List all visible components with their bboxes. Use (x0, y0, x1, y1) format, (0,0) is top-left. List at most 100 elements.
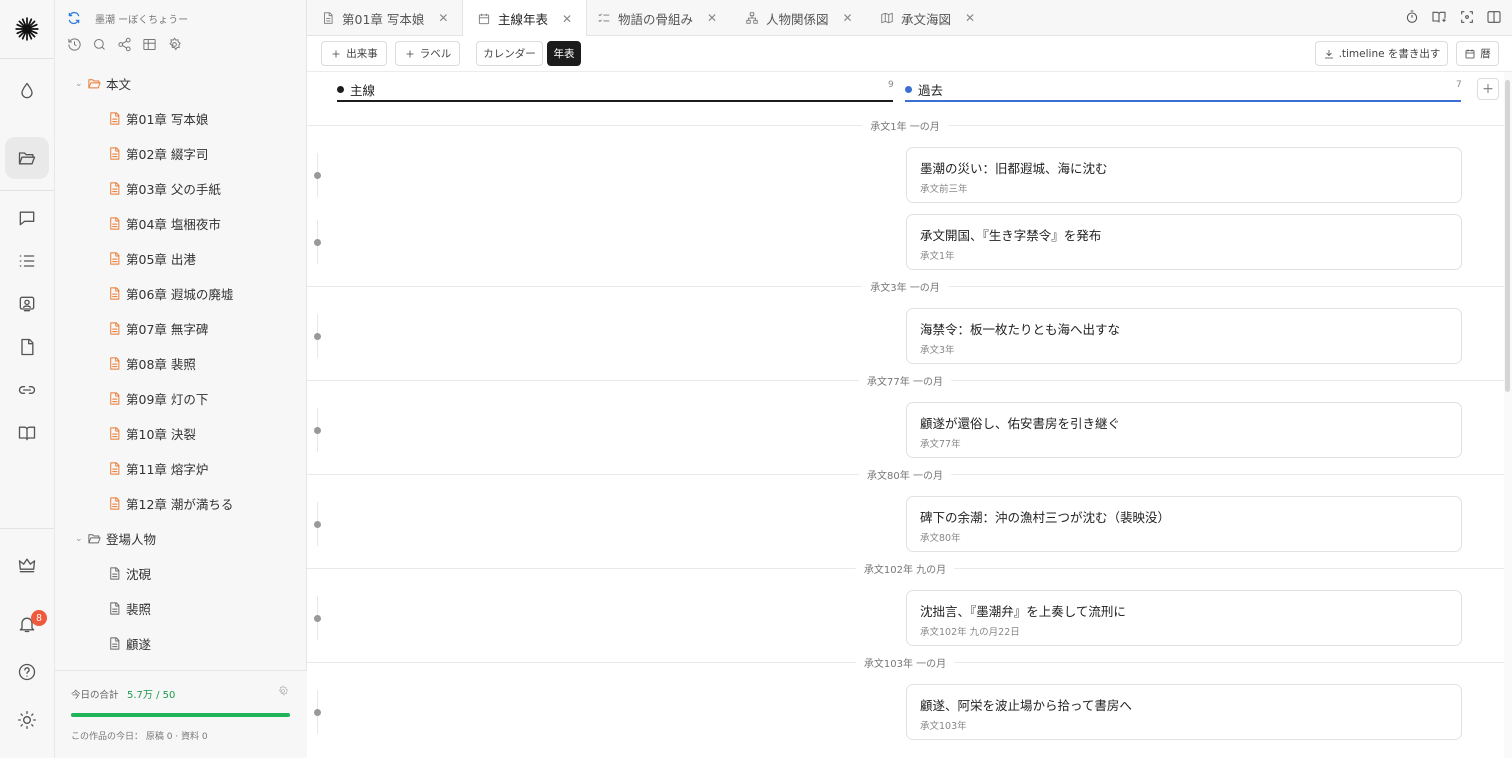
book-icon[interactable] (5, 412, 49, 454)
event-card[interactable]: 承文開国、『生き字禁令』を発布 承文1年 (906, 214, 1462, 270)
close-icon[interactable]: ✕ (562, 12, 572, 26)
event-card[interactable]: 墨潮の災い：旧都遐城、海に沈む 承文前三年 (906, 147, 1462, 203)
tree-folder[interactable]: ⌄ 本文 (75, 66, 131, 101)
tree-file[interactable]: 第07章 無字碑 (107, 311, 208, 346)
document-icon[interactable] (5, 326, 49, 368)
tree-file[interactable]: 顧遂 (107, 626, 151, 661)
calendar-view-button[interactable]: カレンダー (476, 41, 543, 66)
file-tree: ⌄ 本文 第01章 写本娘第02章 綴字司 第03章 父の手紙第04章 塩梱夜市 第05… (55, 66, 307, 668)
tree-item-label: 裴照 (126, 602, 152, 617)
tree-file[interactable]: 第03章 父の手紙 (107, 171, 221, 206)
tab-label: 第01章 写本娘 (342, 11, 425, 27)
lane-header-main[interactable]: 主線 (337, 76, 375, 102)
file-icon (110, 322, 120, 335)
add-lane-button[interactable]: + (1477, 78, 1499, 100)
tab-sea-chart[interactable]: 承文海図 ✕ (880, 0, 975, 36)
tree-file[interactable]: 沈硯 (107, 556, 151, 591)
focus-icon[interactable] (1459, 9, 1475, 25)
tree-item-label: 第11章 熔字炉 (126, 462, 209, 477)
map-icon (881, 12, 893, 24)
file-icon (110, 252, 120, 265)
date-divider: 承文80年 一の月 (307, 467, 1504, 482)
list-icon[interactable] (5, 240, 49, 282)
tree-file[interactable]: 第01章 写本娘 (107, 101, 208, 136)
share-icon[interactable] (117, 37, 132, 56)
sidebar-tools (67, 37, 182, 56)
crown-icon[interactable] (5, 544, 49, 586)
gear-icon[interactable] (167, 37, 182, 56)
axis-dot[interactable] (314, 615, 321, 622)
search-icon[interactable] (92, 37, 107, 56)
tree-file[interactable]: 第04章 塩梱夜市 (107, 206, 221, 241)
tree-file[interactable]: 第02章 綴字司 (107, 136, 208, 171)
tree-file[interactable]: 第10章 決裂 (107, 416, 196, 451)
tree-file[interactable]: 第08章 裴照 (107, 346, 196, 381)
tree-file[interactable]: 第05章 出港 (107, 241, 196, 276)
scrollbar-thumb[interactable] (1505, 80, 1510, 392)
file-icon (110, 357, 120, 370)
axis-dot[interactable] (314, 172, 321, 179)
tree-item-label: 第02章 綴字司 (126, 147, 209, 162)
axis-dot[interactable] (314, 239, 321, 246)
tree-file[interactable]: 第09章 灯の下 (107, 381, 208, 416)
drop-icon[interactable] (5, 70, 49, 112)
tab-character-relations[interactable]: 人物関係図 ✕ (745, 0, 853, 36)
tree-file[interactable]: 第12章 潮が満ちる (107, 486, 233, 521)
calendar-settings-button[interactable]: 暦 (1456, 41, 1499, 66)
tree-file[interactable]: 第06章 遐城の廃墟 (107, 276, 233, 311)
split-view-icon[interactable] (1486, 9, 1502, 25)
axis-dot[interactable] (314, 709, 321, 716)
tab-chapter-01[interactable]: 第01章 写本娘 ✕ (321, 0, 448, 36)
event-card[interactable]: 海禁令：板一枚たりとも海へ出すな 承文3年 (906, 308, 1462, 364)
chronology-view-button[interactable]: 年表 (547, 41, 581, 66)
add-label-button[interactable]: ラベル (395, 41, 460, 66)
export-timeline-button[interactable]: .timeline を書き出す (1315, 41, 1448, 66)
add-label-label: ラベル (419, 48, 452, 60)
export-label: .timeline を書き出す (1338, 48, 1441, 60)
tree-item-label: 第03章 父の手紙 (126, 182, 221, 197)
add-event-button[interactable]: 出来事 (321, 41, 387, 66)
event-card[interactable]: 碑下の余潮：沖の漁村三つが沈む（裴映没） 承文80年 (906, 496, 1462, 552)
sync-icon[interactable] (67, 11, 81, 29)
tree-file[interactable]: 裴照 (107, 591, 151, 626)
help-icon[interactable] (5, 651, 49, 693)
book-plus-icon[interactable] (1431, 9, 1447, 25)
tree-file[interactable]: 林昇舟 (107, 661, 164, 668)
tab-story-outline[interactable]: 物語の骨組み ✕ (597, 0, 717, 36)
event-card[interactable]: 沈拙言、『墨潮弁』を上奏して流刑に 承文102年 九の月22日 (906, 590, 1462, 646)
asterisk-logo[interactable] (5, 8, 49, 50)
event-title: 沈拙言、『墨潮弁』を上奏して流刑に (920, 604, 1126, 619)
daily-progress-fill (71, 713, 290, 717)
event-card[interactable]: 顧遂、阿栄を波止場から拾って書房へ 承文103年 (906, 684, 1462, 740)
folder-open-icon[interactable] (5, 137, 49, 179)
link-icon[interactable] (5, 369, 49, 411)
file-icon (110, 217, 120, 230)
close-icon[interactable]: ✕ (707, 11, 717, 25)
close-icon[interactable]: ✕ (438, 11, 448, 25)
table-icon[interactable] (142, 37, 157, 56)
sun-icon[interactable] (5, 699, 49, 741)
file-icon (110, 427, 120, 440)
axis-dot[interactable] (314, 333, 321, 340)
close-icon[interactable]: ✕ (965, 11, 975, 25)
tab-main-timeline[interactable]: 主線年表 ✕ (462, 0, 588, 37)
event-card[interactable]: 顧遂が還俗し、佑安書房を引き継ぐ 承文77年 (906, 402, 1462, 458)
chat-icon[interactable] (5, 197, 49, 239)
axis-dot[interactable] (314, 521, 321, 528)
chevron-down-icon[interactable]: ⌄ (75, 79, 87, 89)
timer-icon[interactable] (1404, 9, 1420, 25)
lane-header-past[interactable]: 過去 (905, 76, 943, 102)
tree-file[interactable]: 第11章 熔字炉 (107, 451, 208, 486)
today-total-value: 5.7万 / 50 (127, 690, 176, 701)
gear-icon[interactable] (277, 685, 289, 701)
tree-item-label: 第07章 無字碑 (126, 322, 209, 337)
axis-dot[interactable] (314, 427, 321, 434)
person-card-icon[interactable] (5, 283, 49, 325)
chevron-down-icon[interactable]: ⌄ (75, 534, 87, 544)
event-title: 海禁令：板一枚たりとも海へ出すな (920, 322, 1121, 337)
history-icon[interactable] (67, 37, 82, 56)
scrollbar[interactable] (1504, 72, 1512, 758)
close-icon[interactable]: ✕ (843, 11, 853, 25)
tree-folder[interactable]: ⌄ 登場人物 (75, 521, 156, 556)
date-label: 承文80年 一の月 (859, 467, 951, 482)
